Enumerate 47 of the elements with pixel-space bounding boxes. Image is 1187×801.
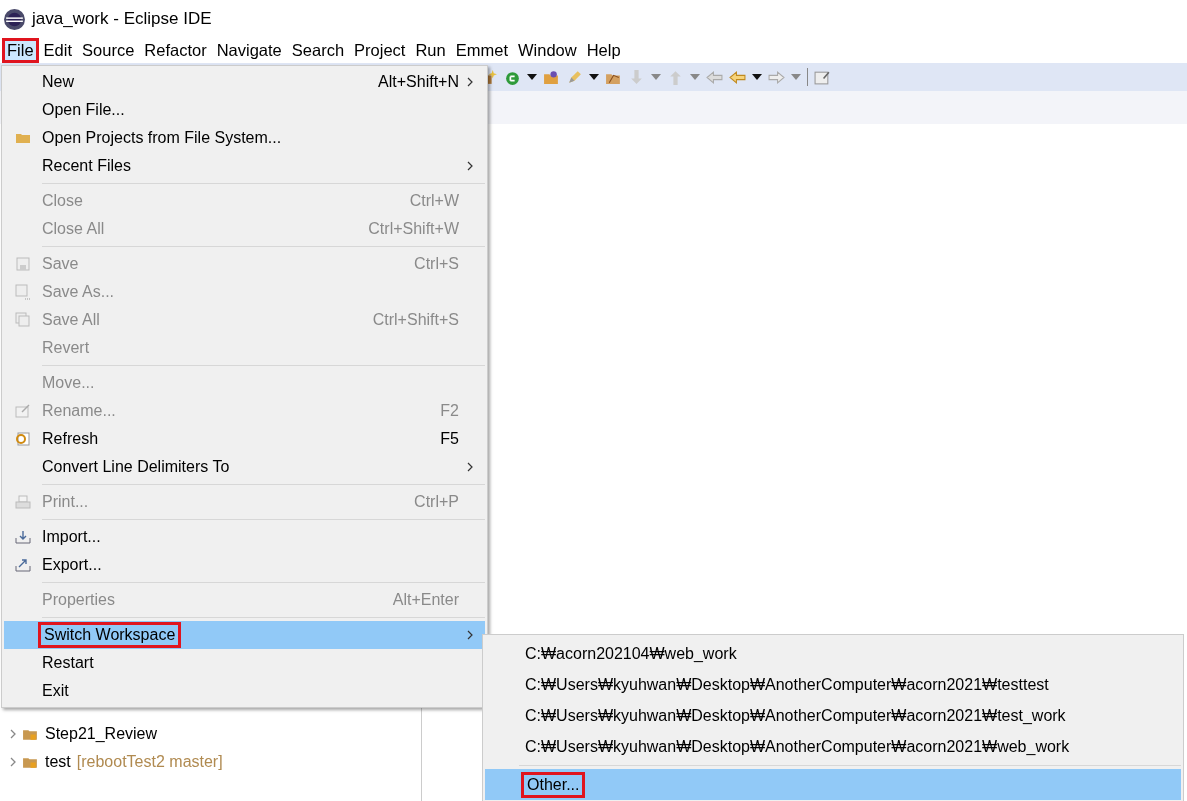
menu-item[interactable]: Export...: [4, 551, 485, 579]
back-arrow-icon[interactable]: [706, 68, 723, 86]
dropdown-caret-icon[interactable]: [527, 74, 537, 80]
menu-bar-item[interactable]: Emmet: [450, 38, 513, 63]
menu-bar-item[interactable]: Source: [77, 38, 140, 63]
menu-bar-item[interactable]: File: [2, 38, 39, 63]
menu-bar-item[interactable]: Search: [286, 38, 350, 63]
dropdown-caret-icon[interactable]: [589, 74, 599, 80]
dropdown-caret-icon[interactable]: [752, 74, 762, 80]
tray-in-icon: [15, 529, 31, 545]
stacked-floppy-disks-icon: [15, 312, 31, 328]
menu-item[interactable]: C:₩Users₩kyuhwan₩Desktop₩AnotherComputer₩acorn2021₩test_work: [485, 700, 1181, 731]
menu-bar-item[interactable]: Refactor: [139, 38, 212, 63]
menu-item[interactable]: C:₩acorn202104₩web_work: [485, 638, 1181, 669]
menu-bar-item[interactable]: Navigate: [211, 38, 287, 63]
menu-bar-item[interactable]: Edit: [38, 38, 78, 63]
repository-label: [rebootTest2 master]: [76, 753, 223, 771]
menu-item[interactable]: Switch Workspace: [4, 621, 485, 649]
menu-item[interactable]: C:₩Users₩kyuhwan₩Desktop₩AnotherComputer₩acorn2021₩web_work: [485, 731, 1181, 762]
pen-icon[interactable]: [566, 68, 583, 86]
menu-bar-item[interactable]: Window: [513, 38, 582, 63]
window-title: java_work - Eclipse IDE: [32, 9, 212, 29]
project-name[interactable]: test: [45, 753, 71, 771]
forward-arrow-icon[interactable]: [768, 68, 785, 86]
expand-chevron-icon[interactable]: [10, 729, 16, 739]
menu-bar-item[interactable]: Project: [349, 38, 411, 63]
menu-item[interactable]: C:₩Users₩kyuhwan₩Desktop₩AnotherComputer₩acorn2021₩testtest: [485, 669, 1181, 700]
menu-item[interactable]: Other...: [485, 769, 1181, 800]
menu-item[interactable]: Open Projects from File System...: [4, 124, 485, 152]
project-name[interactable]: Step21_Review: [45, 725, 158, 743]
menu-item[interactable]: Restart: [4, 649, 485, 677]
back-arrow-icon[interactable]: [729, 68, 746, 86]
menu-bar-item[interactable]: Run: [410, 38, 451, 63]
folder-icon[interactable]: [543, 68, 560, 86]
pencil-box-icon: [15, 403, 31, 419]
menu-item[interactable]: New Alt+Shift+N: [4, 68, 485, 96]
menu-item[interactable]: Convert Line Delimiters To: [4, 453, 485, 481]
refresh-icon: [15, 431, 31, 447]
expand-chevron-icon[interactable]: [10, 757, 16, 767]
menu-item[interactable]: Exit: [4, 677, 485, 705]
printer-icon: [15, 494, 31, 510]
tray-out-icon: [15, 557, 31, 573]
eclipse-logo-icon: [3, 7, 26, 31]
menu-item[interactable]: Refresh F5: [4, 425, 485, 453]
menu-bar-item[interactable]: Help: [581, 38, 626, 63]
menu-item[interactable]: Recent Files: [4, 152, 485, 180]
menu-item[interactable]: Import...: [4, 523, 485, 551]
